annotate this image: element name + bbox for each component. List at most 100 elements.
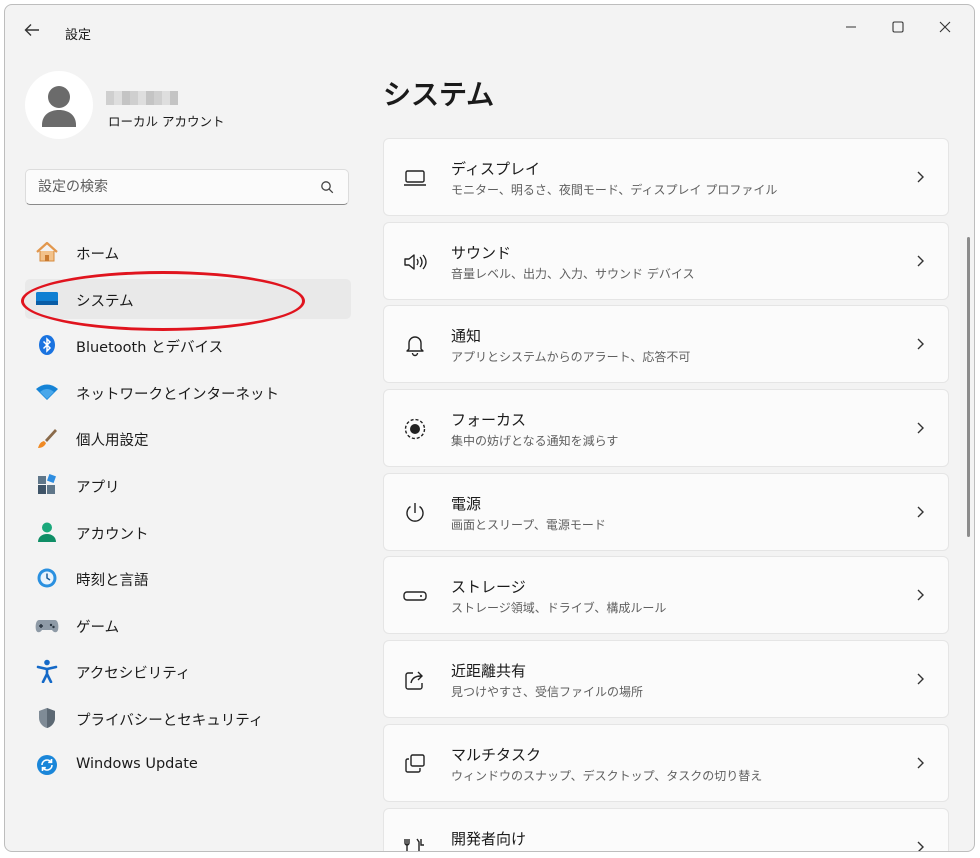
sidebar-item-label: ネットワークとインターネット [76, 386, 279, 403]
power-icon [402, 501, 428, 525]
card-title: 通知 [451, 327, 482, 346]
accessibility-icon [35, 660, 59, 684]
avatar[interactable] [25, 71, 93, 139]
card-multitasking[interactable]: マルチタスク ウィンドウのスナップ、デスクトップ、タスクの切り替え [383, 723, 949, 802]
card-subtitle: ストレージ領域、ドライブ、構成ルール [451, 601, 667, 616]
page-title: システム [383, 78, 495, 111]
apps-icon [35, 473, 59, 496]
sidebar-item-label: アカウント [76, 526, 149, 543]
sidebar-item-home[interactable]: ホーム [25, 232, 351, 272]
card-title: 電源 [451, 494, 482, 513]
card-title: フォーカス [451, 411, 527, 430]
sidebar-nav: ホーム システム Bluetooth とデバイス ネットワークとインターネット … [25, 232, 351, 791]
card-subtitle: 画面とスリープ、電源モード [451, 517, 606, 532]
sidebar-item-label: 時刻と言語 [76, 573, 149, 590]
close-button[interactable] [922, 11, 968, 43]
sidebar-item-bluetooth[interactable]: Bluetooth とデバイス [25, 325, 351, 365]
search-box[interactable] [25, 169, 349, 205]
card-subtitle: 集中の妨げとなる通知を減らす [451, 434, 619, 449]
focus-icon [402, 417, 428, 441]
sidebar-item-windows-update[interactable]: Windows Update [25, 745, 351, 785]
card-display[interactable]: ディスプレイ モニター、明るさ、夜間モード、ディスプレイ プロファイル [383, 138, 949, 216]
chevron-right-icon [917, 757, 924, 769]
display-icon [402, 166, 428, 190]
search-input[interactable] [38, 176, 308, 198]
minimize-button[interactable] [828, 11, 874, 43]
storage-icon [402, 584, 428, 608]
sidebar-item-label: ホーム [76, 247, 120, 263]
sidebar-item-system[interactable]: システム [25, 278, 351, 319]
chevron-right-icon [917, 338, 924, 350]
multitask-icon [402, 752, 428, 776]
card-title: ストレージ [451, 578, 526, 597]
card-power[interactable]: 電源 画面とスリープ、電源モード [383, 472, 949, 551]
gamepad-icon [35, 614, 59, 636]
card-notifications[interactable]: 通知 アプリとシステムからのアラート、応答不可 [383, 305, 949, 384]
chevron-right-icon [917, 422, 924, 434]
sidebar-item-accessibility[interactable]: アクセシビリティ [25, 651, 351, 691]
scrollbar[interactable] [967, 237, 970, 537]
account-type-label: ローカル アカウント [108, 114, 225, 129]
share-icon [402, 668, 428, 692]
sidebar-item-label: アクセシビリティ [76, 666, 191, 683]
sidebar-item-label: Bluetooth とデバイス [76, 340, 224, 357]
card-title: 近距離共有 [451, 662, 527, 681]
account-icon [35, 521, 59, 543]
developer-icon [402, 836, 428, 851]
card-title: 開発者向け [451, 829, 527, 848]
card-title: サウンド [451, 243, 512, 262]
card-title: ディスプレイ [451, 160, 540, 178]
minimize-icon [846, 26, 856, 28]
chevron-right-icon [917, 589, 924, 601]
windows-update-icon [35, 754, 59, 776]
chevron-right-icon [917, 255, 924, 267]
bluetooth-icon [35, 334, 59, 356]
wifi-icon [35, 381, 59, 403]
card-storage[interactable]: ストレージ ストレージ領域、ドライブ、構成ルール [383, 556, 949, 635]
sidebar-item-accounts[interactable]: アカウント [25, 512, 351, 552]
settings-card-list: ディスプレイ モニター、明るさ、夜間モード、ディスプレイ プロファイル サウンド… [383, 138, 949, 851]
search-icon[interactable] [320, 180, 334, 194]
close-icon [939, 21, 951, 33]
user-silhouette-icon [42, 86, 76, 127]
arrow-left-icon [24, 24, 39, 36]
maximize-button[interactable] [875, 11, 921, 43]
card-subtitle: モニター、明るさ、夜間モード、ディスプレイ プロファイル [451, 183, 778, 197]
sidebar-item-label: アプリ [76, 479, 120, 496]
card-subtitle: ウィンドウのスナップ、デスクトップ、タスクの切り替え [451, 768, 763, 783]
sidebar-item-time-language[interactable]: 時刻と言語 [25, 558, 351, 598]
user-name-redacted [106, 91, 178, 105]
sidebar-item-label: プライバシーとセキュリティ [76, 712, 264, 729]
chevron-right-icon [917, 506, 924, 518]
card-nearby-sharing[interactable]: 近距離共有 見つけやすさ、受信ファイルの場所 [383, 640, 949, 719]
card-developers[interactable]: 開発者向け [383, 807, 949, 851]
chevron-right-icon [917, 171, 924, 183]
sidebar-item-apps[interactable]: アプリ [25, 465, 351, 505]
card-focus[interactable]: フォーカス 集中の妨げとなる通知を減らす [383, 389, 949, 468]
sidebar-item-gaming[interactable]: ゲーム [25, 605, 351, 645]
sidebar-item-label: ゲーム [76, 619, 120, 636]
card-subtitle: アプリとシステムからのアラート、応答不可 [451, 350, 691, 365]
chevron-right-icon [917, 841, 924, 851]
app-title: 設定 [65, 28, 92, 43]
bell-icon [402, 333, 428, 357]
system-icon [35, 288, 59, 310]
brush-icon [35, 427, 59, 449]
sidebar-item-label: 個人用設定 [76, 433, 149, 450]
time-language-icon [35, 567, 59, 589]
back-button[interactable] [21, 19, 43, 41]
sidebar-item-label: Windows Update [76, 755, 198, 772]
card-sound[interactable]: サウンド 音量レベル、出力、入力、サウンド デバイス [383, 221, 949, 300]
card-subtitle: 音量レベル、出力、入力、サウンド デバイス [451, 266, 695, 281]
home-icon [35, 241, 59, 263]
card-subtitle: 見つけやすさ、受信ファイルの場所 [451, 685, 644, 700]
sidebar-item-privacy[interactable]: プライバシーとセキュリティ [25, 698, 351, 738]
title-bar: 設定 [5, 5, 974, 53]
maximize-icon [892, 21, 904, 33]
card-title: マルチタスク [451, 745, 542, 764]
speaker-icon [402, 250, 428, 274]
sidebar-item-personalization[interactable]: 個人用設定 [25, 418, 351, 458]
sidebar-item-label: システム [76, 293, 134, 310]
chevron-right-icon [917, 673, 924, 685]
sidebar-item-network[interactable]: ネットワークとインターネット [25, 372, 351, 412]
